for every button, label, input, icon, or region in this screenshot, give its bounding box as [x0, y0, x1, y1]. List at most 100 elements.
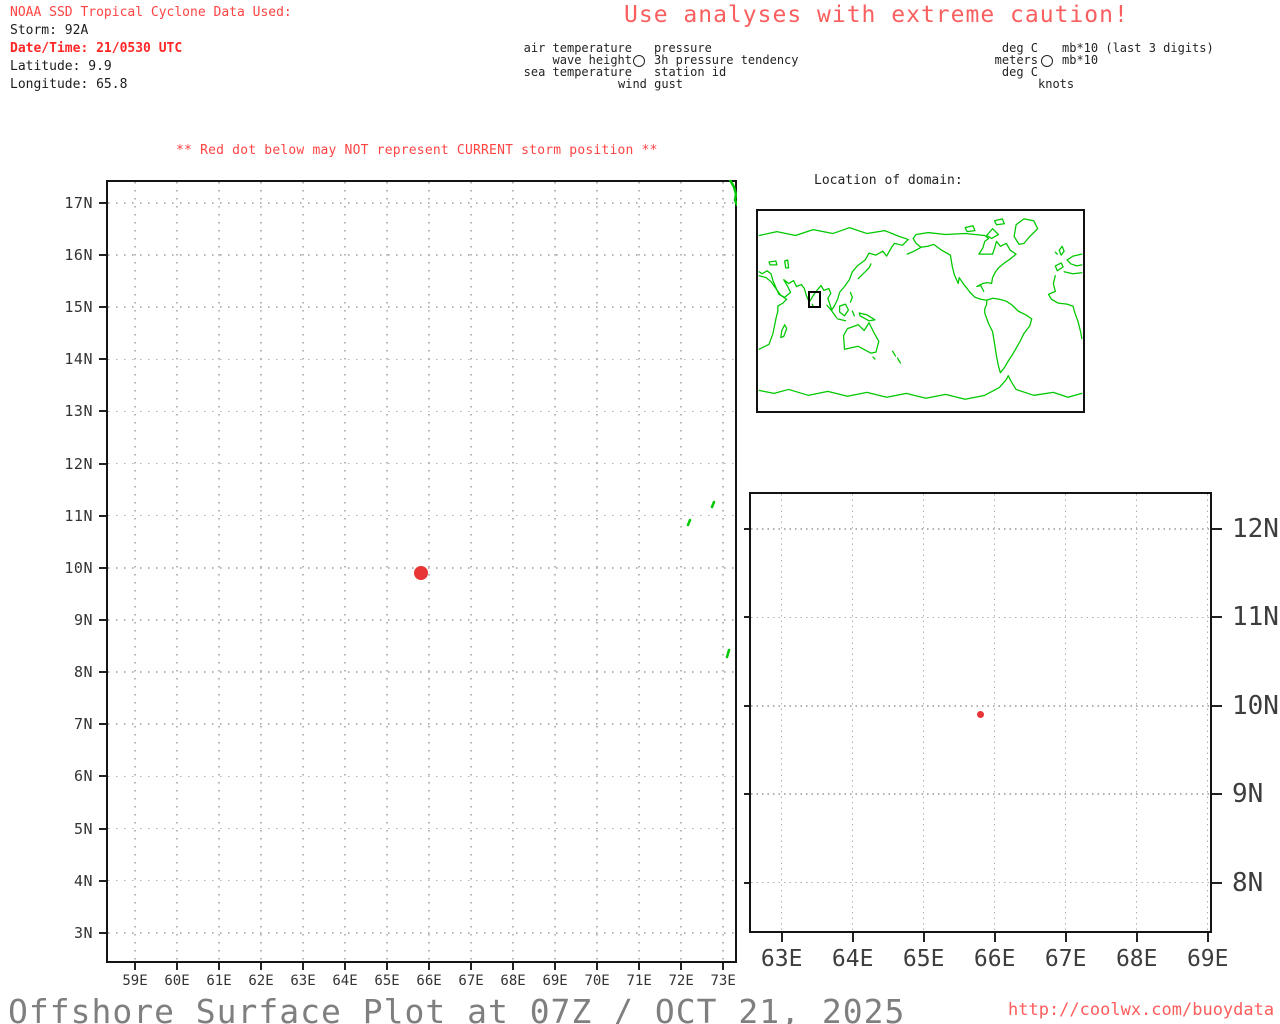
zoom-plot-x-tick-label: 68E — [1115, 946, 1158, 972]
zoom-plot-x-tick — [993, 933, 996, 942]
zoom-plot-x-tick-label: 69E — [1186, 946, 1229, 972]
zoom-plot-x-tick-label: 67E — [1044, 946, 1087, 972]
caution-banner: Use analyses with extreme caution! — [624, 2, 1129, 28]
main-plot-x-tick-label: 72E — [668, 973, 694, 989]
main-plot-x-tick-label: 63E — [290, 973, 316, 989]
main-plot-y-tick-label: 9N — [73, 610, 93, 629]
zoom-plot-x-tick — [780, 933, 783, 942]
main-plot-y-tick — [99, 566, 106, 569]
main-plot-x-tick-label: 67E — [458, 973, 484, 989]
main-plot-y-tick-label: 13N — [64, 402, 93, 421]
main-plot-y-tick-label: 4N — [73, 871, 93, 890]
zoom-plot-y-tick — [1212, 793, 1222, 796]
main-plot-y-tick-label: 5N — [73, 819, 93, 838]
zoom-plot-y-tick-label: 12N — [1232, 514, 1279, 545]
units-mb10: mb*10 — [1062, 53, 1099, 67]
main-plot-storm-dot — [413, 566, 428, 581]
main-plot-y-tick-label: 6N — [73, 767, 93, 786]
main-plot-x-tick-label: 59E — [122, 973, 148, 989]
header-longitude: Longitude: 65.8 — [10, 77, 128, 92]
zoom-plot-y-tick-left — [744, 704, 749, 707]
zoom-plot-y-tick — [1212, 881, 1222, 884]
legend-wind-gust: wind gust — [618, 77, 684, 91]
main-plot-y-tick — [99, 827, 106, 830]
storm-position-warning: ** Red dot below may NOT represent CURRE… — [176, 143, 658, 158]
header-datetime: Date/Time: 21/0530 UTC — [10, 41, 183, 56]
zoom-plot-x-tick — [922, 933, 925, 942]
main-plot-y-tick — [99, 462, 106, 465]
main-plot-x-tick — [554, 963, 557, 970]
page-title: Offshore Surface Plot at 07Z / OCT 21, 2… — [8, 992, 906, 1024]
main-plot-y-tick — [99, 514, 106, 517]
station-circle-icon — [633, 55, 645, 67]
main-plot-y-tick — [99, 879, 106, 882]
main-plot-x-tick-label: 71E — [626, 973, 652, 989]
main-plot-y-tick-label: 17N — [64, 193, 93, 212]
header-noaa-source: NOAA SSD Tropical Cyclone Data Used: — [10, 5, 292, 20]
zoom-plot-x-tick-label: 64E — [831, 946, 874, 972]
inset-map-title: Location of domain: — [814, 173, 963, 188]
main-plot-y-tick-label: 14N — [64, 350, 93, 369]
domain-location-rectangle — [808, 291, 821, 308]
header-latitude: Latitude: 9.9 — [10, 59, 112, 74]
main-plot-x-tick — [722, 963, 725, 970]
zoom-plot-x-tick — [1064, 933, 1067, 942]
main-plot-x-tick-label: 60E — [164, 973, 190, 989]
main-plot-y-tick-label: 3N — [73, 923, 93, 942]
main-plot-y-tick — [99, 201, 106, 204]
zoom-plot-y-tick-left — [744, 881, 749, 884]
main-plot-y-tick-label: 8N — [73, 663, 93, 682]
main-plot-x-tick — [596, 963, 599, 970]
main-plot-x-tick-label: 61E — [206, 973, 232, 989]
main-plot-y-tick — [99, 723, 106, 726]
main-plot-x-tick — [218, 963, 220, 970]
main-plot-x-tick — [470, 963, 473, 970]
zoom-plot-x-tick-label: 63E — [760, 946, 803, 972]
main-plot-y-tick — [99, 671, 106, 674]
main-plot-y-tick — [99, 775, 106, 778]
zoom-plot-y-tick — [1212, 704, 1222, 707]
main-plot-x-tick-label: 64E — [332, 973, 358, 989]
main-plot-y-tick-label: 16N — [64, 246, 93, 265]
main-plot-y-tick — [99, 931, 106, 934]
main-plot-x-tick-label: 66E — [416, 973, 442, 989]
main-plot-x-tick-label: 69E — [542, 973, 568, 989]
zoom-plot-x-tick — [1135, 933, 1138, 942]
main-plot-x-tick — [428, 963, 431, 970]
main-plot-x-tick-label: 65E — [374, 973, 400, 989]
units-knots: knots — [1038, 77, 1075, 91]
zoom-plot-y-tick-left — [744, 616, 749, 619]
main-plot-y-tick-label: 11N — [64, 506, 93, 525]
main-plot-x-tick — [638, 963, 641, 970]
main-plot-y-tick-label: 15N — [64, 298, 93, 317]
main-plot-x-tick — [344, 963, 347, 970]
zoom-plot-y-tick — [1212, 528, 1222, 531]
zoom-plot-x-tick-label: 65E — [902, 946, 945, 972]
zoom-plot-y-tick-label: 10N — [1232, 690, 1279, 721]
units-deg-c-bottom: deg C — [1001, 65, 1038, 79]
main-plot-x-tick-label: 68E — [500, 973, 526, 989]
zoom-plot-y-tick-left — [744, 793, 749, 796]
units-circle-icon — [1041, 55, 1053, 67]
main-plot-x-tick — [133, 963, 136, 970]
world-map-inset — [756, 209, 1085, 413]
zoom-plot-y-tick-label: 8N — [1232, 867, 1264, 898]
main-plot-x-tick-label: 62E — [248, 973, 274, 989]
zoom-plot-x-tick — [1206, 933, 1209, 942]
header-storm-id: Storm: 92A — [10, 23, 89, 38]
main-plot-x-tick — [175, 963, 178, 970]
main-plot-y-tick — [99, 410, 106, 413]
main-plot-x-tick — [386, 963, 389, 970]
zoom-plot-y-tick-label: 11N — [1232, 602, 1279, 633]
source-url-link[interactable]: http://coolwx.com/buoydata — [1008, 1000, 1274, 1020]
main-plot-y-tick — [99, 358, 106, 361]
world-coastline-graphic — [758, 218, 1083, 400]
main-plot-y-tick-label: 7N — [73, 715, 93, 734]
zoom-plot-y-tick — [1212, 616, 1222, 619]
main-plot-y-tick-label: 10N — [64, 558, 93, 577]
zoom-plot-y-tick-label: 9N — [1232, 779, 1264, 810]
main-plot-x-tick — [302, 963, 305, 970]
main-plot-x-tick — [512, 963, 515, 970]
buoy-surface-plot-page: NOAA SSD Tropical Cyclone Data Used: Sto… — [0, 0, 1280, 1024]
zoom-plot-y-tick-left — [744, 528, 749, 531]
